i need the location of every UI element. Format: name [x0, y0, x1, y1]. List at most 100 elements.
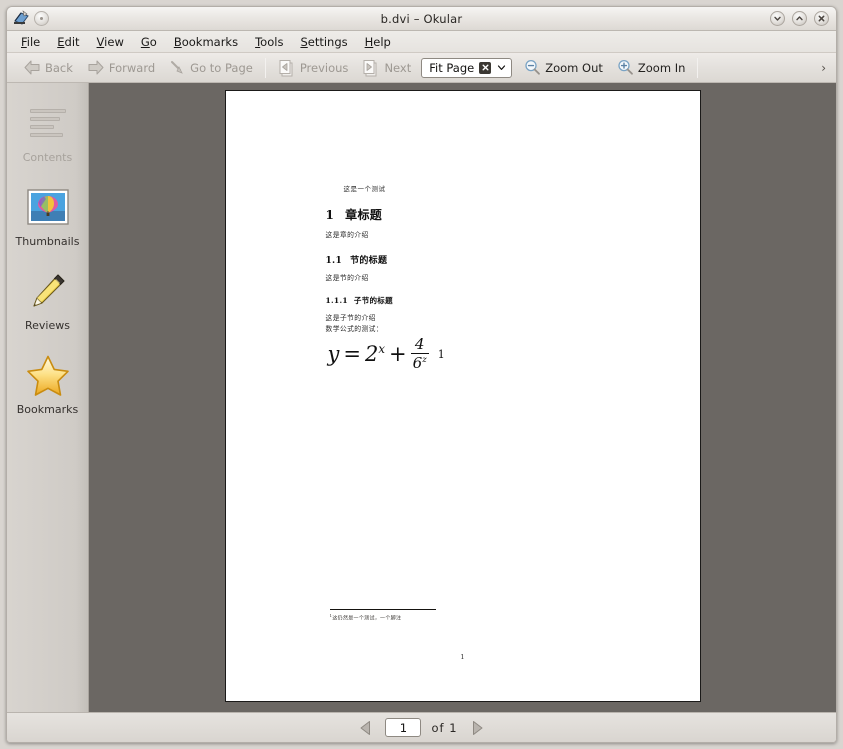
section-intro: 这是节的介绍	[325, 274, 369, 282]
forward-button[interactable]: Forward	[81, 57, 161, 78]
forward-label: Forward	[108, 60, 156, 75]
sidebar-item-thumbnails[interactable]: Thumbnails	[9, 181, 87, 251]
window-title: b.dvi – Okular	[380, 11, 463, 26]
section-number: 1.1	[325, 256, 343, 266]
arrow-left-icon	[24, 60, 40, 75]
zoom-out-icon	[525, 59, 541, 75]
okular-icon	[14, 10, 29, 25]
menu-go[interactable]: Go	[141, 35, 157, 49]
next-page-button[interactable]: Next	[356, 57, 417, 79]
maximize-button[interactable]	[792, 11, 807, 26]
section-heading: 1.1 节的标题	[326, 253, 626, 266]
denominator-base: 6	[412, 354, 423, 373]
previous-label: Previous	[299, 60, 349, 75]
sidebar-item-contents-label: Contents	[22, 151, 73, 164]
page-folio: 1	[460, 653, 465, 661]
zoom-out-button[interactable]: Zoom Out	[518, 57, 609, 78]
go-to-page-button[interactable]: Go to Page	[163, 57, 259, 78]
formula-plus: +	[389, 342, 407, 367]
arrow-right-icon	[88, 60, 104, 75]
page-count-label: of 1	[431, 720, 458, 735]
minimize-button[interactable]	[770, 11, 785, 26]
zoom-in-icon	[618, 59, 633, 75]
previous-page-button[interactable]: Previous	[272, 57, 355, 79]
formula-base: 2	[364, 342, 379, 367]
status-bar: of 1	[7, 712, 836, 742]
toolbar-separator	[264, 57, 266, 78]
document-page: 这是一个测试 1 章标题 这是章的介绍 1.1 节的标题 这是节的介绍 1.1.1 子…	[224, 90, 701, 702]
page-previous-icon	[279, 59, 293, 76]
menu-tools[interactable]: Tools	[255, 35, 283, 49]
subsection-heading: 1.1.1 子节的标题	[326, 295, 626, 306]
formula-exponent: x	[378, 342, 385, 357]
next-label: Next	[384, 60, 412, 75]
zoom-in-label: Zoom In	[637, 60, 686, 75]
sidebar-item-bookmarks[interactable]: Bookmarks	[9, 349, 87, 419]
subsection-title: 子节的标题	[353, 296, 393, 305]
zoom-value-label: Fit Page	[429, 60, 475, 75]
page-number-input[interactable]	[385, 718, 422, 737]
document-content: 这是一个测试 1 章标题 这是章的介绍 1.1 节的标题 这是节的介绍 1.1.1 子…	[326, 91, 626, 372]
menu-bar: File Edit View Go Bookmarks Tools Settin…	[7, 31, 836, 53]
goto-page-icon	[171, 61, 184, 74]
title-bar: b.dvi – Okular	[7, 7, 836, 31]
denominator-exponent: z	[422, 354, 427, 365]
zoom-out-label: Zoom Out	[545, 60, 603, 75]
document-viewer[interactable]: 这是一个测试 1 章标题 这是章的介绍 1.1 节的标题 这是节的介绍 1.1.1 子…	[89, 83, 836, 712]
footnote-rule	[329, 609, 436, 610]
clear-icon[interactable]	[479, 61, 492, 74]
page-next-icon	[363, 59, 377, 76]
sidebar-item-reviews[interactable]: Reviews	[9, 265, 87, 335]
next-page-arrow[interactable]	[468, 719, 486, 737]
toolbar-separator-right	[697, 57, 699, 78]
menu-file[interactable]: File	[21, 35, 40, 49]
close-button[interactable]	[814, 11, 829, 26]
document-header-line: 这是一个测试	[343, 185, 386, 193]
previous-page-arrow[interactable]	[357, 719, 375, 737]
zoom-combobox[interactable]: Fit Page	[421, 57, 513, 78]
formula-numerator: 4	[414, 335, 425, 353]
footnote-marker[interactable]: 1	[438, 348, 445, 361]
menu-view[interactable]: View	[97, 35, 124, 49]
subsection-intro: 这是子节的介绍	[325, 314, 376, 322]
menu-bookmarks[interactable]: Bookmarks	[174, 35, 238, 49]
zoom-in-button[interactable]: Zoom In	[611, 57, 692, 78]
formula-fraction: 4 6z	[410, 335, 429, 372]
chevron-down-icon[interactable]	[496, 58, 507, 77]
menu-help[interactable]: Help	[365, 35, 391, 49]
subsection-number: 1.1.1	[325, 296, 348, 305]
menu-settings[interactable]: Settings	[300, 35, 347, 49]
menu-edit[interactable]: Edit	[57, 35, 79, 49]
toolbar-overflow-button[interactable]: ›	[815, 61, 832, 75]
shade-button[interactable]	[34, 11, 49, 26]
footnote-text: 1这仍然是一个测试，一个脚注	[330, 613, 402, 622]
formula-denominator: 6z	[411, 355, 429, 371]
sidebar-item-contents[interactable]: Contents	[9, 97, 87, 167]
navigation-sidebar: Contents Thumbnails Reviews Bookmarks	[7, 83, 89, 712]
sidebar-item-thumbnails-label: Thumbnails	[15, 235, 80, 248]
go-to-page-label: Go to Page	[190, 60, 253, 75]
formula-equals: =	[343, 342, 361, 367]
formula-power: 2x	[365, 342, 385, 366]
math-formula: y = 2x + 4 6z 1	[327, 335, 626, 372]
title-bar-left	[7, 10, 49, 27]
formula-lhs: y	[327, 342, 340, 367]
back-button[interactable]: Back	[17, 57, 79, 78]
footnote-body: 这仍然是一个测试，一个脚注	[332, 616, 402, 622]
main-area: Contents Thumbnails Reviews Bookmarks 这是…	[7, 83, 836, 712]
pencil-icon	[27, 268, 69, 314]
sidebar-item-bookmarks-label: Bookmarks	[16, 403, 79, 416]
thumbnail-icon	[26, 184, 69, 230]
chapter-number: 1	[325, 208, 335, 222]
chapter-intro: 这是章的介绍	[325, 231, 369, 239]
main-toolbar: Back Forward Go to Page Previous Next Fi…	[7, 53, 836, 83]
chapter-heading: 1 章标题	[326, 206, 626, 223]
back-label: Back	[45, 60, 73, 75]
star-icon	[26, 352, 70, 398]
sidebar-item-reviews-label: Reviews	[25, 319, 70, 332]
okular-window: b.dvi – Okular File Edit View Go Bookmar…	[6, 6, 837, 743]
chapter-title: 章标题	[345, 208, 383, 222]
contents-icon	[29, 100, 66, 146]
formula-intro: 数学公式的测试：	[325, 325, 384, 333]
section-title: 节的标题	[350, 256, 388, 266]
